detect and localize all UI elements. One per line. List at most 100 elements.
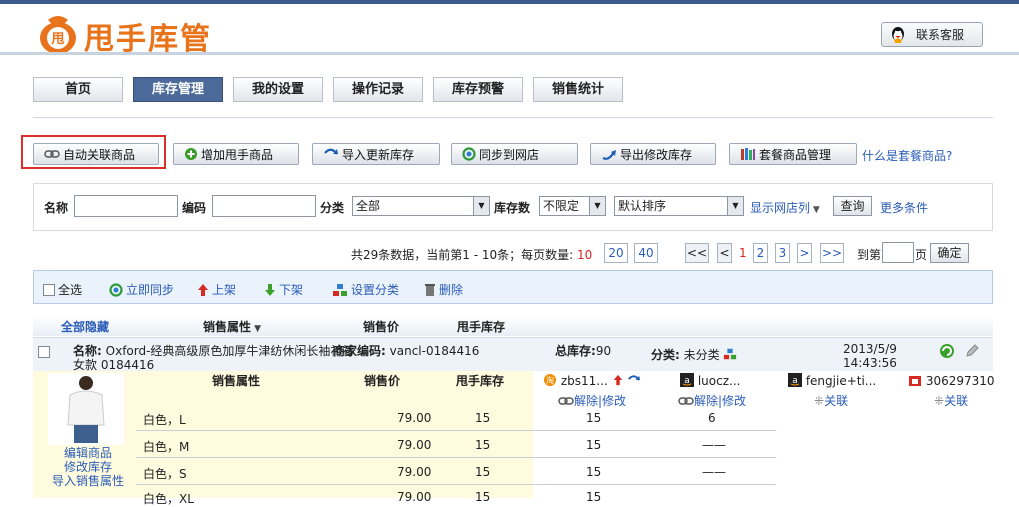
- add-item-button[interactable]: 增加甩手商品: [173, 143, 299, 165]
- bundle-help-link[interactable]: 什么是套餐商品?: [862, 147, 952, 164]
- select-all[interactable]: 全选: [43, 281, 82, 298]
- sub-stock-header: 甩手库存: [456, 374, 505, 388]
- shop-name: luocz...: [697, 374, 741, 388]
- last-page-button[interactable]: >>: [820, 243, 844, 263]
- page-size-current: 10: [577, 248, 593, 262]
- delete-action[interactable]: 删除: [424, 281, 463, 298]
- sku-stock: 15: [475, 465, 491, 479]
- import-update-button[interactable]: 导入更新库存: [312, 143, 440, 165]
- sort-select[interactable]: 默认排序 ▼: [614, 196, 744, 216]
- delist-action[interactable]: 下架: [264, 281, 303, 298]
- sku-attr: 白色，L: [143, 413, 186, 427]
- shop-3-actions[interactable]: ⁜关联: [814, 392, 848, 409]
- import-sale-attr-link[interactable]: 导入销售属性: [52, 472, 124, 489]
- stock-select-value: 不限定: [543, 199, 580, 213]
- category-icon[interactable]: [723, 347, 737, 361]
- table-header: 全部隐藏 销售属性 ▼ 销售价 甩手库存: [33, 316, 993, 336]
- price-header: 销售价: [363, 320, 400, 334]
- more-conditions-link[interactable]: 更多条件: [880, 199, 928, 216]
- sale-attr-header[interactable]: 销售属性 ▼: [203, 318, 261, 335]
- set-category-action[interactable]: 设置分类: [332, 281, 399, 298]
- row-divider: [136, 484, 776, 485]
- tab-operation-log[interactable]: 操作记录: [333, 77, 423, 102]
- shop-2-actions[interactable]: 解除|修改: [678, 392, 746, 409]
- svg-text:甩: 甩: [50, 32, 64, 47]
- link-broken-icon: ⁜: [934, 394, 945, 408]
- tab-inventory[interactable]: 库存管理: [133, 77, 223, 102]
- total-stock-label: 总库存:: [555, 344, 596, 358]
- sku-shop1-stock: 15: [586, 438, 602, 452]
- hide-all-link[interactable]: 全部隐藏: [61, 318, 109, 335]
- sku-stock: 15: [475, 411, 491, 425]
- page-2-link[interactable]: 2: [753, 243, 768, 263]
- sku-price: 79.00: [397, 490, 432, 504]
- chevron-down-icon: ▼: [473, 197, 489, 215]
- product-checkbox[interactable]: [38, 346, 50, 358]
- filter-panel: 名称 编码 分类 全部 ▼ 库存数 不限定 ▼ 默认排序 ▼ 显示网店列 ▼ 查…: [33, 183, 993, 231]
- shop-name: fengjie+ti...: [805, 374, 877, 388]
- refresh-icon[interactable]: [939, 343, 955, 359]
- delete-label: 删除: [439, 283, 464, 297]
- action-bar: 全选 立即同步 上架 下架 设置分类 删除: [33, 270, 993, 304]
- product-photo: [67, 376, 105, 443]
- pencil-icon[interactable]: [964, 343, 980, 359]
- category-select-value: 全部: [356, 199, 381, 213]
- prev-page-button[interactable]: <: [717, 243, 732, 263]
- category-select[interactable]: 全部 ▼: [352, 196, 490, 216]
- sync-shop-button[interactable]: 同步到网店: [451, 143, 578, 165]
- sku-stock: 15: [475, 490, 491, 504]
- shop-taobao: 淘 zbs11...: [543, 373, 641, 388]
- show-shop-columns-link[interactable]: 显示网店列 ▼: [750, 199, 820, 216]
- first-page-button[interactable]: <<: [685, 243, 709, 263]
- logo-icon: 甩: [40, 16, 76, 54]
- goto-confirm-button[interactable]: 确定: [930, 243, 969, 263]
- name-label: 名称: [44, 201, 69, 215]
- sync-now-label: 立即同步: [126, 283, 175, 297]
- tab-stock-alert[interactable]: 库存预警: [433, 77, 523, 102]
- nav-divider: [33, 117, 993, 118]
- link-icon: [44, 150, 60, 158]
- sort-down-icon: ▼: [251, 324, 262, 334]
- select-all-checkbox[interactable]: [43, 283, 55, 296]
- chevron-down-icon: ▼: [727, 197, 743, 215]
- total-stock-value: 90: [595, 344, 612, 358]
- sync-icon: [462, 147, 476, 161]
- contact-support-button[interactable]: 联系客服: [881, 22, 983, 47]
- goto-page-input[interactable]: [882, 242, 914, 263]
- sku-shop2-stock: ——: [702, 438, 726, 452]
- export-modify-button[interactable]: 导出修改库存: [590, 143, 716, 165]
- tab-sales-stats[interactable]: 销售统计: [533, 77, 623, 102]
- shop-4-actions[interactable]: ⁜关联: [934, 392, 968, 409]
- bundle-manage-button[interactable]: 套餐商品管理: [729, 143, 857, 165]
- sku-shop2-stock: ——: [702, 465, 726, 479]
- tab-home[interactable]: 首页: [33, 77, 123, 102]
- list-action[interactable]: 上架: [197, 281, 236, 298]
- sku-stock: 15: [475, 438, 491, 452]
- sku-price: 79.00: [397, 438, 432, 452]
- page-size-40[interactable]: 40: [634, 243, 658, 263]
- sync-now-action[interactable]: 立即同步: [109, 281, 174, 298]
- trash-icon: [425, 283, 435, 296]
- next-page-button[interactable]: >: [797, 243, 812, 263]
- sku-shop1-stock: 15: [586, 411, 602, 425]
- import-update-label: 导入更新库存: [342, 147, 415, 162]
- page-size-20[interactable]: 20: [604, 243, 628, 263]
- link-icon: [558, 397, 574, 405]
- shop-1-actions[interactable]: 解除|修改: [558, 392, 626, 409]
- stock-header: 甩手库存: [457, 320, 506, 334]
- link-icon: [678, 397, 694, 405]
- current-page: 1: [739, 246, 747, 260]
- stock-select[interactable]: 不限定 ▼: [539, 196, 606, 216]
- search-button[interactable]: 查询: [833, 196, 872, 216]
- name-input[interactable]: [74, 195, 178, 217]
- page-3-link[interactable]: 3: [775, 243, 790, 263]
- auto-link-button[interactable]: 自动关联商品: [33, 143, 159, 165]
- books-icon: [741, 148, 755, 160]
- arrow-down-icon: [265, 283, 275, 296]
- tab-my-settings[interactable]: 我的设置: [233, 77, 323, 102]
- sku-shop1-stock: 15: [586, 490, 602, 504]
- add-icon: [185, 148, 197, 160]
- list-label: 上架: [212, 283, 237, 297]
- show-shop-columns-label: 显示网店列: [750, 201, 811, 215]
- code-input[interactable]: [212, 195, 316, 217]
